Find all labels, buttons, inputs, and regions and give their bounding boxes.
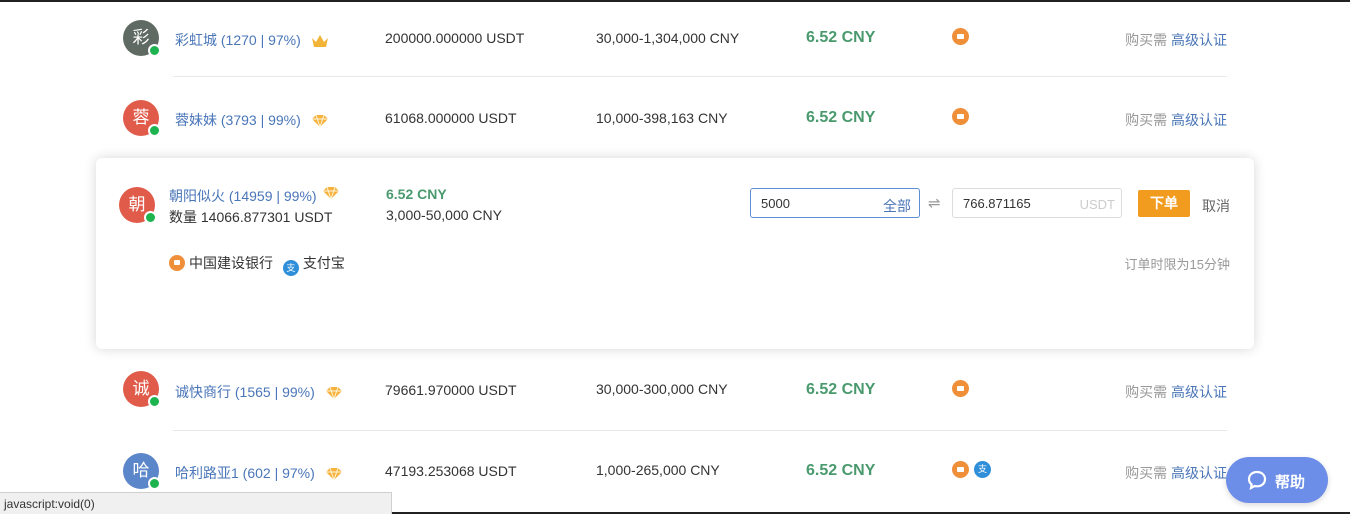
payment-methods: 支 [952,461,996,479]
seller-name[interactable]: 彩虹城 (1270 | 97%) [175,30,329,50]
trade-limit: 10,000-398,163 CNY [596,110,728,126]
unit-price: 6.52 CNY [386,186,447,202]
bank-card-icon [952,108,969,126]
payment-methods: 中国建设银行 支支付宝 [169,253,345,276]
alipay-name: 支付宝 [302,255,345,271]
buy-requirement: 购买需 高级认证 [1125,112,1227,128]
buy-requirement: 购买需 高级认证 [1125,465,1227,481]
place-order-button[interactable]: 下单 [1138,190,1190,217]
cny-amount-field[interactable]: 全部 [750,188,920,218]
cancel-button[interactable]: 取消 [1202,196,1230,216]
avatar[interactable]: 哈 [123,453,161,490]
avatar[interactable]: 朝 [119,187,157,224]
avatar[interactable]: 彩 [123,20,161,57]
seller-name[interactable]: 诚快商行 (1565 | 99%) [175,382,343,402]
trade-limit: 3,000-50,000 CNY [386,207,502,223]
alipay-icon: 支 [282,260,299,276]
help-label: 帮助 [1275,474,1306,491]
avatar[interactable]: 诚 [123,371,161,408]
unit-price: 6.52 CNY [806,462,876,479]
bank-card-icon [952,28,969,46]
cny-amount-input[interactable] [759,195,873,212]
advanced-verification-link[interactable]: 高级认证 [1171,384,1227,400]
usdt-amount-field[interactable]: USDT [952,188,1122,218]
diamond-icon [325,387,342,401]
seller-row: 蓉 蓉妹妹 (3793 | 99%) 61068.000000 USDT 10,… [0,80,1350,160]
seller-name[interactable]: 朝阳似火 (14959 | 99%) [169,186,340,206]
advanced-verification-link[interactable]: 高级认证 [1171,112,1227,128]
available-amount: 79661.970000 USDT [385,382,517,398]
crown-icon [311,35,328,48]
seller-row: 诚 诚快商行 (1565 | 99%) 79661.970000 USDT 30… [0,351,1350,431]
unit-price: 6.52 CNY [806,381,876,398]
avatar[interactable]: 蓉 [123,100,161,137]
unit-price: 6.52 CNY [806,109,876,126]
diamond-icon [311,115,328,129]
online-indicator [148,44,161,57]
seller-row: 彩 彩虹城 (1270 | 97%) 200000.000000 USDT 30… [0,0,1350,80]
trade-limit: 30,000-1,304,000 CNY [596,30,740,46]
swap-icon: ⇌ [928,195,941,212]
trade-limit: 30,000-300,000 CNY [596,381,728,397]
available-amount: 61068.000000 USDT [385,110,517,126]
seller-name[interactable]: 哈利路亚1 (602 | 97%) [175,463,343,483]
usdt-amount-input[interactable] [961,195,1075,212]
available-amount: 200000.000000 USDT [385,30,525,46]
payment-methods [952,28,974,46]
all-button[interactable]: 全部 [883,196,911,216]
bank-card-icon [169,255,185,271]
help-button[interactable]: 帮助 [1226,457,1328,503]
alipay-icon: 支 [974,461,991,479]
trade-limit: 1,000-265,000 CNY [596,462,720,478]
advanced-verification-link[interactable]: 高级认证 [1171,32,1227,48]
available-quantity: 数量 14066.877301 USDT [169,209,333,225]
available-amount: 47193.253068 USDT [385,463,517,479]
diamond-icon [325,468,342,482]
online-indicator [148,395,161,408]
usdt-unit: USDT [1079,197,1115,212]
bank-name: 中国建设银行 [189,255,273,271]
order-time-limit: 订单时限为15分钟 [1124,257,1230,272]
row-divider [173,76,1227,77]
advanced-verification-link[interactable]: 高级认证 [1171,465,1227,481]
order-panel: 朝 朝阳似火 (14959 | 99%) 数量 14066.877301 USD… [96,158,1254,349]
chat-bubble-icon [1247,470,1267,490]
seller-name[interactable]: 蓉妹妹 (3793 | 99%) [175,110,329,130]
browser-status-bar: javascript:void(0) [0,492,392,514]
buy-requirement: 购买需 高级认证 [1125,384,1227,400]
unit-price: 6.52 CNY [806,29,876,46]
payment-methods [952,380,974,398]
payment-methods [952,108,974,126]
online-indicator [144,211,157,224]
bank-card-icon [952,461,969,479]
online-indicator [148,124,161,137]
bank-card-icon [952,380,969,398]
diamond-icon [323,186,340,200]
buy-requirement: 购买需 高级认证 [1125,32,1227,48]
online-indicator [148,477,161,490]
